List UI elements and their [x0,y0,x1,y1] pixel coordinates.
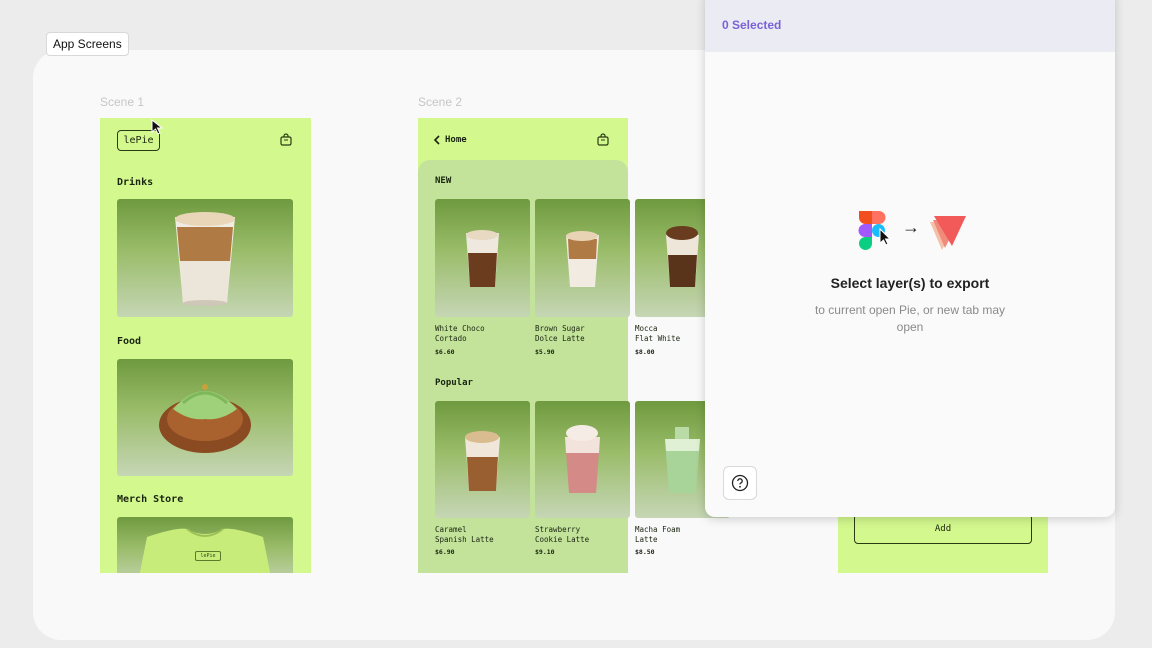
cursor-icon [151,119,164,135]
export-plugin-panel: 0 Selected → Select layer(s) to export t… [705,0,1115,517]
selection-count: 0 Selected [722,18,782,32]
product-card[interactable] [435,199,530,317]
product-price: $5.90 [535,348,555,356]
add-button[interactable]: Add [854,514,1032,544]
product-price: $8.00 [635,348,655,356]
section-popular: Popular [435,378,473,388]
panel-title: Select layer(s) to export [830,275,990,291]
frame-label[interactable]: App Screens [46,32,129,56]
tshirt-image [139,528,271,573]
product-name: Strawberry Cookie Latte [535,525,590,544]
panel-header: 0 Selected [705,0,1115,52]
figma-logo-icon [858,211,892,250]
panel-subtitle: to current open Pie, or new tab may open [814,303,1006,334]
product-card[interactable] [535,199,630,317]
product-name: Macha Foam Latte [635,525,681,544]
product-name: Caramel Spanish Latte [435,525,494,544]
product-price: $6.90 [435,548,455,556]
product-card[interactable] [535,401,630,518]
product-name: White Choco Cortado [435,324,485,343]
product-price: $6.60 [435,348,455,356]
coffee-image [175,212,235,306]
section-drinks: Drinks [117,177,154,188]
bag-icon[interactable] [597,133,609,146]
product-price: $9.10 [535,548,555,556]
scene-1-title: Scene 1 [100,95,145,109]
help-icon [731,474,749,492]
scene-1-screen[interactable]: lePie Drinks Food Merch Store lePie [100,118,311,573]
product-card[interactable] [435,401,530,518]
chevron-left-icon[interactable] [433,135,441,145]
section-new: NEW [435,176,452,186]
drink-image [465,431,500,491]
back-home-link[interactable]: Home [445,135,467,145]
merch-logo: lePie [195,551,221,561]
product-price: $8.50 [635,548,655,556]
merch-card[interactable]: lePie [117,517,293,573]
bag-icon[interactable] [280,133,292,146]
scene-2-title: Scene 2 [418,95,463,109]
section-food: Food [117,336,142,347]
pie-logo-icon [930,216,966,250]
section-merch: Merch Store [117,494,184,505]
drink-image [466,230,499,287]
pastry-image [159,384,251,453]
arrow-glyph: → [902,217,920,237]
product-name: Brown Sugar Dolce Latte [535,324,585,343]
drink-card[interactable] [117,199,293,317]
help-button[interactable] [723,466,757,500]
food-card[interactable] [117,359,293,476]
drink-image [566,231,599,287]
drink-image [565,425,600,493]
